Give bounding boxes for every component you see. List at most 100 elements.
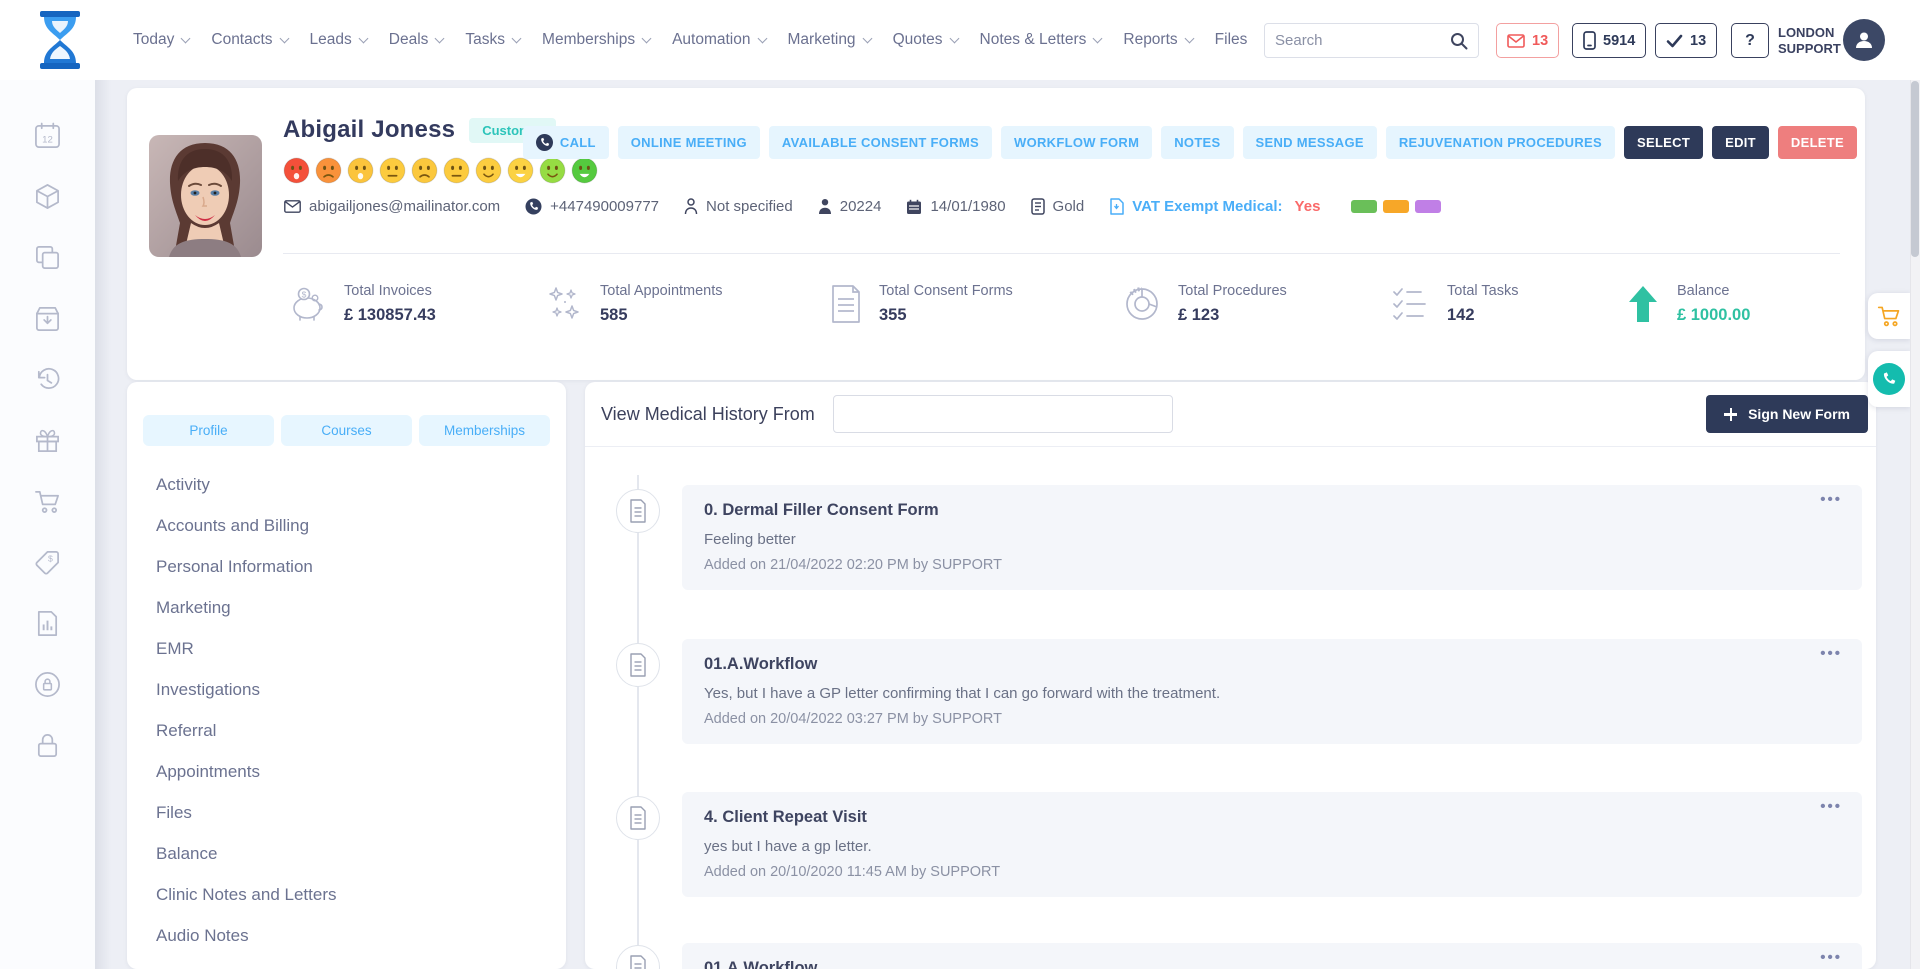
nav-deals[interactable]: Deals [389,31,444,49]
report-doc-icon[interactable] [34,610,61,637]
call-button[interactable]: CALL [523,126,609,159]
mood-emoji-2[interactable] [315,157,342,184]
menu-balance[interactable]: Balance [156,842,566,866]
nav-today[interactable]: Today [133,31,189,49]
mood-emoji-7[interactable] [475,157,502,184]
more-options-icon[interactable] [1820,798,1842,815]
history-icon[interactable] [34,366,61,393]
more-options-icon[interactable] [1820,949,1842,966]
stat-total-appointments: Total Appointments585 [544,283,723,325]
menu-files[interactable]: Files [156,801,566,825]
workflow-form-button[interactable]: WORKFLOW FORM [1001,126,1152,159]
nav-leads[interactable]: Leads [310,31,367,49]
mood-emoji-3[interactable] [347,157,374,184]
stat-value: £ 1000.00 [1677,306,1750,325]
online-meeting-button[interactable]: ONLINE MEETING [618,126,760,159]
delete-button[interactable]: DELETE [1778,126,1857,159]
nav-files[interactable]: Files [1215,31,1248,49]
gender-icon [684,198,698,215]
hourglass-logo[interactable] [34,11,86,69]
user-id-icon [818,198,832,215]
medical-history-date-input[interactable] [833,395,1173,433]
send-message-button[interactable]: SEND MESSAGE [1243,126,1377,159]
nav-automation[interactable]: Automation [672,31,765,49]
menu-personal-information[interactable]: Personal Information [156,555,566,579]
stat-total-procedures: Total Procedures£ 123 [1122,283,1287,325]
sms-count-badge[interactable]: 5914 [1572,23,1646,58]
cart-icon[interactable] [34,488,61,515]
chevron-down-icon [949,33,959,43]
tab-courses[interactable]: Courses [281,415,412,446]
rejuvenation-procedures-button[interactable]: REJUVENATION PROCEDURES [1386,126,1615,159]
price-tag-icon[interactable]: $ [34,549,61,576]
gift-icon[interactable] [34,427,61,454]
nav-reports[interactable]: Reports [1123,31,1192,49]
more-options-icon[interactable] [1820,645,1842,662]
chevron-down-icon [435,33,445,43]
nav-label: Reports [1123,31,1177,49]
copy-icon[interactable] [34,244,61,271]
menu-audio-notes[interactable]: Audio Notes [156,924,566,948]
mood-emoji-10[interactable] [571,157,598,184]
privacy-lock-icon[interactable] [34,671,61,698]
menu-emr[interactable]: EMR [156,637,566,661]
tab-profile[interactable]: Profile [143,415,274,446]
menu-activity[interactable]: Activity [156,473,566,497]
select-button[interactable]: SELECT [1624,126,1703,159]
nav-contacts[interactable]: Contacts [211,31,287,49]
order-box-icon[interactable] [34,305,61,332]
mood-emoji-9[interactable] [539,157,566,184]
calendar-icon[interactable]: 12 [34,122,61,149]
padlock-icon[interactable] [34,732,61,759]
gender-value: Not specified [706,198,793,215]
notes-button[interactable]: NOTES [1161,126,1233,159]
nav-label: Marketing [788,31,856,49]
nav-quotes[interactable]: Quotes [893,31,958,49]
nav-marketing[interactable]: Marketing [788,31,871,49]
stat-value: £ 123 [1178,306,1287,325]
client-email[interactable]: abigailjones@mailinator.com [284,198,500,215]
mood-emoji-6[interactable] [443,157,470,184]
more-options-icon[interactable] [1820,491,1842,508]
user-avatar[interactable] [1843,19,1885,61]
help-button[interactable] [1731,23,1769,58]
nav-tasks[interactable]: Tasks [465,31,520,49]
available-consent-forms-button[interactable]: AVAILABLE CONSENT FORMS [769,126,992,159]
menu-clinic-notes-letters[interactable]: Clinic Notes and Letters [156,883,566,907]
mail-count-badge[interactable]: 13 [1496,23,1559,58]
nav-label: Automation [672,31,750,49]
menu-investigations[interactable]: Investigations [156,678,566,702]
task-count-badge[interactable]: 13 [1655,23,1717,58]
history-entry[interactable]: 0. Dermal Filler Consent Form Feeling be… [682,485,1862,590]
mood-emoji-1[interactable] [283,157,310,184]
nav-label: Leads [310,31,352,49]
mood-emoji-5[interactable] [411,157,438,184]
consent-doc-icon [829,284,863,324]
search-input[interactable] [1275,32,1450,49]
menu-drinks[interactable]: Drinks [156,965,566,969]
search-icon[interactable] [1450,32,1468,50]
entry-note: Feeling better [704,531,1840,548]
page-scrollbar-thumb[interactable] [1911,81,1919,257]
menu-marketing[interactable]: Marketing [156,596,566,620]
package-icon[interactable] [34,183,61,210]
mood-emoji-4[interactable] [379,157,406,184]
client-phone[interactable]: +447490009777 [525,198,659,215]
sign-new-form-button[interactable]: Sign New Form [1706,395,1868,433]
edit-button[interactable]: EDIT [1712,126,1769,159]
menu-accounts-billing[interactable]: Accounts and Billing [156,514,566,538]
nav-notes-letters[interactable]: Notes & Letters [980,31,1102,49]
floating-call-button[interactable] [1868,351,1910,407]
floating-cart-button[interactable] [1868,293,1910,339]
stat-value: 142 [1447,306,1518,325]
tab-memberships[interactable]: Memberships [419,415,550,446]
mood-emoji-8[interactable] [507,157,534,184]
phone-value: +447490009777 [550,198,659,215]
chevron-down-icon [279,33,289,43]
menu-referral[interactable]: Referral [156,719,566,743]
history-entry[interactable]: 4. Client Repeat Visit yes but I have a … [682,792,1862,897]
history-entry[interactable]: 01.A.Workflow Yes, but I have a GP lette… [682,639,1862,744]
menu-appointments[interactable]: Appointments [156,760,566,784]
history-entry[interactable]: 01.A.Workflow [682,943,1862,969]
nav-memberships[interactable]: Memberships [542,31,650,49]
